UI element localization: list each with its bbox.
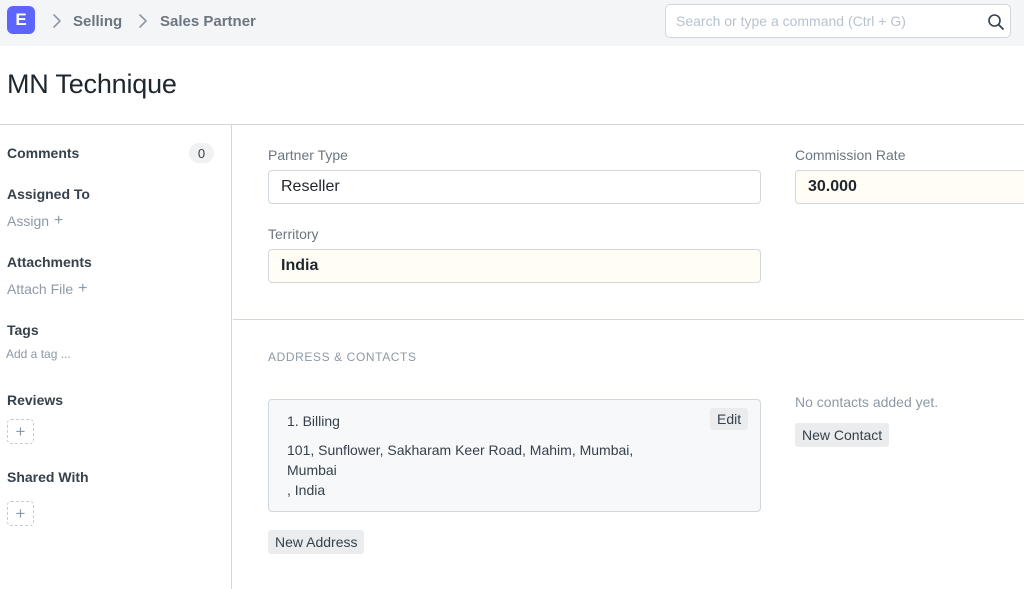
assign-link-label: Assign [7, 213, 50, 229]
address-title: 1. Billing [287, 413, 340, 429]
search-input[interactable] [676, 11, 976, 31]
chevron-right-icon [138, 13, 148, 29]
new-contact-button[interactable]: New Contact [795, 423, 890, 447]
add-tag-input[interactable]: Add a tag ... [6, 347, 71, 361]
breadcrumb-selling[interactable]: Selling [73, 13, 122, 30]
reviews-label: Reviews [7, 392, 64, 408]
attach-file-label: Attach File [7, 281, 74, 297]
shared-with-label: Shared With [7, 469, 89, 485]
address-line: 101, Sunflower, Sakharam Keer Road, Mahi… [287, 442, 634, 458]
new-address-button[interactable]: New Address [268, 530, 365, 554]
no-contacts-text: No contacts added yet. [795, 394, 939, 410]
commission-rate-field[interactable]: 30.000 [795, 170, 1024, 204]
address-card: 1. Billing Edit 101, Sunflower, Sakharam… [268, 399, 761, 512]
plus-icon: + [15, 503, 26, 523]
sidebar: Comments 0 Assigned To Assign + Attachme… [0, 125, 232, 589]
partner-type-field[interactable]: Reseller [268, 170, 761, 204]
plus-icon: + [54, 212, 64, 229]
search-icon[interactable] [987, 13, 1005, 31]
app-logo[interactable]: E [7, 6, 35, 34]
search-bar [665, 4, 1011, 38]
navbar: E Selling Sales Partner [0, 0, 1024, 46]
plus-icon: + [78, 280, 88, 297]
chevron-right-icon [52, 13, 62, 29]
tags-label: Tags [7, 322, 39, 338]
section-divider [233, 319, 1024, 320]
territory-label: Territory [268, 226, 319, 242]
partner-type-label: Partner Type [268, 147, 348, 163]
page-title: MN Technique [7, 69, 177, 99]
attachments-label: Attachments [7, 254, 92, 270]
assigned-to-label: Assigned To [7, 186, 90, 202]
assign-link[interactable]: Assign + [7, 212, 63, 230]
plus-icon: + [15, 421, 26, 441]
address-line: Mumbai [287, 462, 337, 478]
comments-count-badge: 0 [189, 143, 214, 163]
address-contacts-heading: ADDRESS & CONTACTS [268, 350, 417, 364]
comments-label[interactable]: Comments [7, 145, 79, 161]
territory-field[interactable]: India [268, 249, 761, 283]
address-line: , India [287, 482, 326, 498]
breadcrumb-sales-partner[interactable]: Sales Partner [160, 13, 256, 30]
attach-file-link[interactable]: Attach File + [7, 280, 87, 298]
edit-address-button[interactable]: Edit [710, 408, 749, 430]
add-review-button[interactable]: + [7, 419, 34, 444]
add-share-button[interactable]: + [7, 501, 34, 526]
commission-rate-label: Commission Rate [795, 147, 906, 163]
